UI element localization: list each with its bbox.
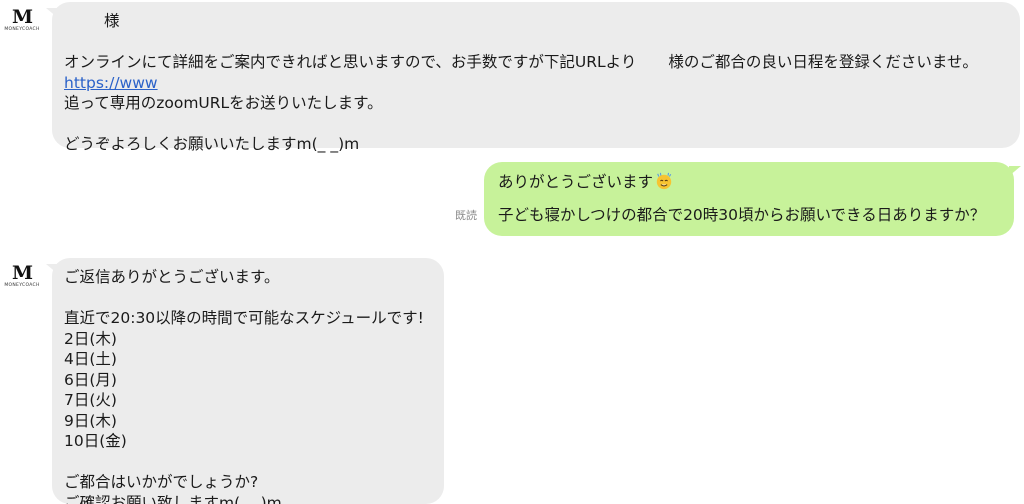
date-option: 9日(木): [64, 411, 117, 430]
message-text: 追って専用のzoomURLをお送りいたします。: [64, 94, 383, 112]
avatar-logo-brand: MONEYCOACH: [4, 283, 40, 288]
message-text: どうぞよろしくお願いいたしますm(_ _)m: [64, 135, 360, 153]
date-option: 2日(木): [64, 329, 117, 348]
date-option: 7日(火): [64, 391, 117, 409]
salutation-text: 様: [104, 12, 120, 30]
message-text: ご確認お願い致しますm(_ _)m: [64, 493, 282, 504]
schedule-link[interactable]: https://www: [64, 74, 158, 92]
incoming-message-bubble[interactable]: ご返信ありがとうございます。 直近で20:30以降の時間で可能なスケジュールです…: [52, 258, 444, 504]
message-text: ご都合はいかがでしょうか?: [64, 473, 259, 491]
message-text: ご返信ありがとうございます。: [64, 268, 280, 286]
incoming-message-bubble[interactable]: 様 オンラインにて詳細をご案内できればと思いますので、お手数ですが下記URLより…: [52, 2, 1020, 153]
read-receipt: 既読: [455, 209, 477, 222]
avatar-logo-initial: M: [11, 262, 33, 284]
avatar-logo-initial: M: [11, 6, 33, 28]
outgoing-message-bubble[interactable]: ありがとうございます 子ども寝かしつけの都合で20時30頃からお願いできる日あり…: [484, 162, 1014, 236]
message-text: 直近で20:30以降の時間で可能なスケジュールです!: [64, 309, 424, 327]
sender-avatar[interactable]: M MONEYCOACH: [2, 8, 42, 38]
message-text: ありがとうございます: [498, 173, 654, 191]
message-text: 様のご都合の良い日程を登録くださいませ。: [668, 53, 978, 71]
chat-thread: M MONEYCOACH 様 オンラインにて詳細をご案内できればと思いますので、…: [0, 0, 1024, 504]
message-text: オンラインにて詳細をご案内できればと思いますので、お手数ですが下記URLより: [64, 53, 637, 71]
bubble-tail: [1009, 166, 1021, 176]
date-option: 10日(金): [64, 432, 127, 450]
date-option: 4日(土): [64, 350, 117, 368]
avatar-logo-brand: MONEYCOACH: [4, 27, 40, 32]
sender-avatar[interactable]: M MONEYCOACH: [2, 264, 42, 294]
message-text: 子ども寝かしつけの都合で20時30頃からお願いできる日ありますか？: [498, 205, 986, 224]
date-option: 6日(月): [64, 370, 117, 389]
sweating-face-icon: [656, 172, 672, 190]
